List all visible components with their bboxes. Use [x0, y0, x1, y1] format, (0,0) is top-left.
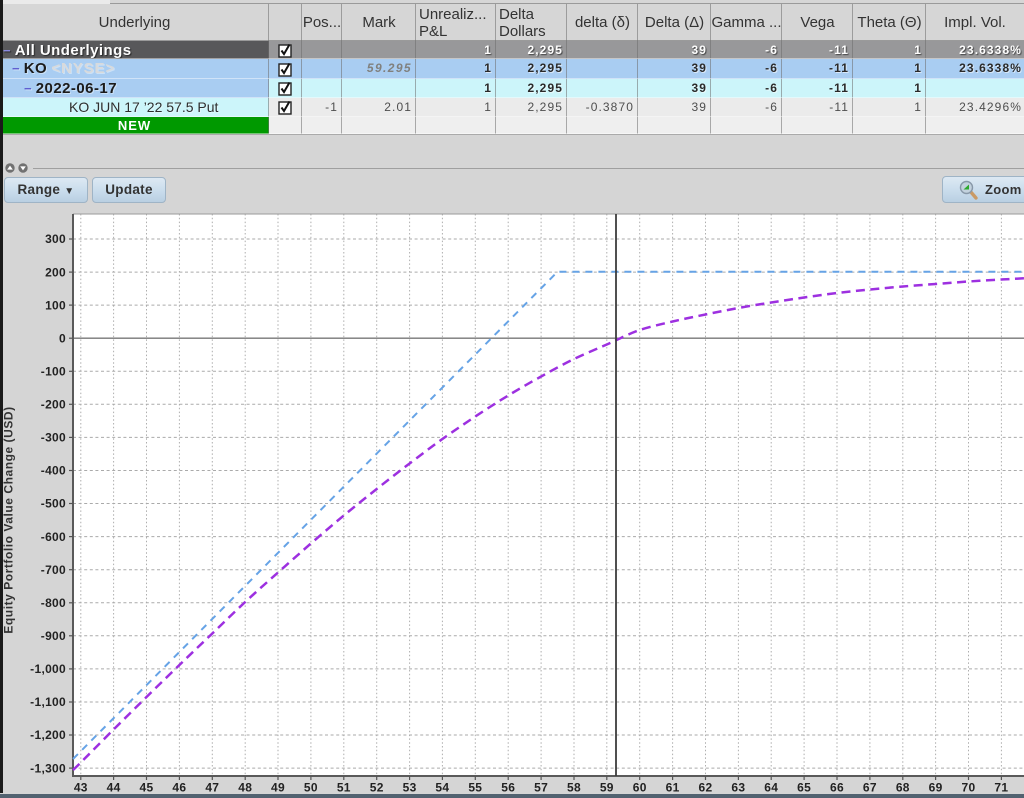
svg-text:-600: -600 — [41, 530, 66, 544]
svg-text:52: 52 — [370, 781, 384, 795]
svg-text:71: 71 — [994, 781, 1008, 795]
svg-text:69: 69 — [929, 781, 943, 795]
svg-text:43: 43 — [74, 781, 88, 795]
svg-text:-800: -800 — [41, 596, 66, 610]
svg-text:0: 0 — [59, 331, 66, 345]
svg-text:55: 55 — [468, 781, 482, 795]
svg-text:-500: -500 — [41, 497, 66, 511]
svg-text:44: 44 — [107, 781, 121, 795]
svg-text:-900: -900 — [41, 629, 66, 643]
svg-text:-1,300: -1,300 — [30, 761, 66, 775]
svg-text:46: 46 — [172, 781, 186, 795]
svg-text:59: 59 — [600, 781, 614, 795]
svg-text:56: 56 — [501, 781, 515, 795]
svg-text:70: 70 — [962, 781, 976, 795]
svg-text:-100: -100 — [41, 365, 66, 379]
svg-text:66: 66 — [830, 781, 844, 795]
svg-text:300: 300 — [45, 232, 66, 246]
svg-text:68: 68 — [896, 781, 910, 795]
svg-text:63: 63 — [731, 781, 745, 795]
svg-text:-1,200: -1,200 — [30, 728, 66, 742]
svg-text:53: 53 — [403, 781, 417, 795]
svg-text:60: 60 — [633, 781, 647, 795]
svg-text:57: 57 — [534, 781, 548, 795]
svg-text:61: 61 — [666, 781, 680, 795]
svg-text:65: 65 — [797, 781, 811, 795]
svg-text:48: 48 — [238, 781, 252, 795]
svg-text:54: 54 — [435, 781, 449, 795]
svg-text:51: 51 — [337, 781, 351, 795]
svg-text:45: 45 — [140, 781, 154, 795]
svg-text:-1,100: -1,100 — [30, 695, 66, 709]
svg-text:-700: -700 — [41, 563, 66, 577]
svg-text:-200: -200 — [41, 398, 66, 412]
svg-text:58: 58 — [567, 781, 581, 795]
svg-text:49: 49 — [271, 781, 285, 795]
svg-text:100: 100 — [45, 298, 66, 312]
svg-text:64: 64 — [764, 781, 778, 795]
svg-text:67: 67 — [863, 781, 877, 795]
svg-text:-1,000: -1,000 — [30, 662, 66, 676]
svg-text:-400: -400 — [41, 464, 66, 478]
svg-text:Equity Portfolio Value Change: Equity Portfolio Value Change (USD) — [2, 406, 16, 633]
svg-text:200: 200 — [45, 265, 66, 279]
svg-text:47: 47 — [205, 781, 219, 795]
svg-text:50: 50 — [304, 781, 318, 795]
svg-text:-300: -300 — [41, 431, 66, 445]
svg-text:62: 62 — [699, 781, 713, 795]
